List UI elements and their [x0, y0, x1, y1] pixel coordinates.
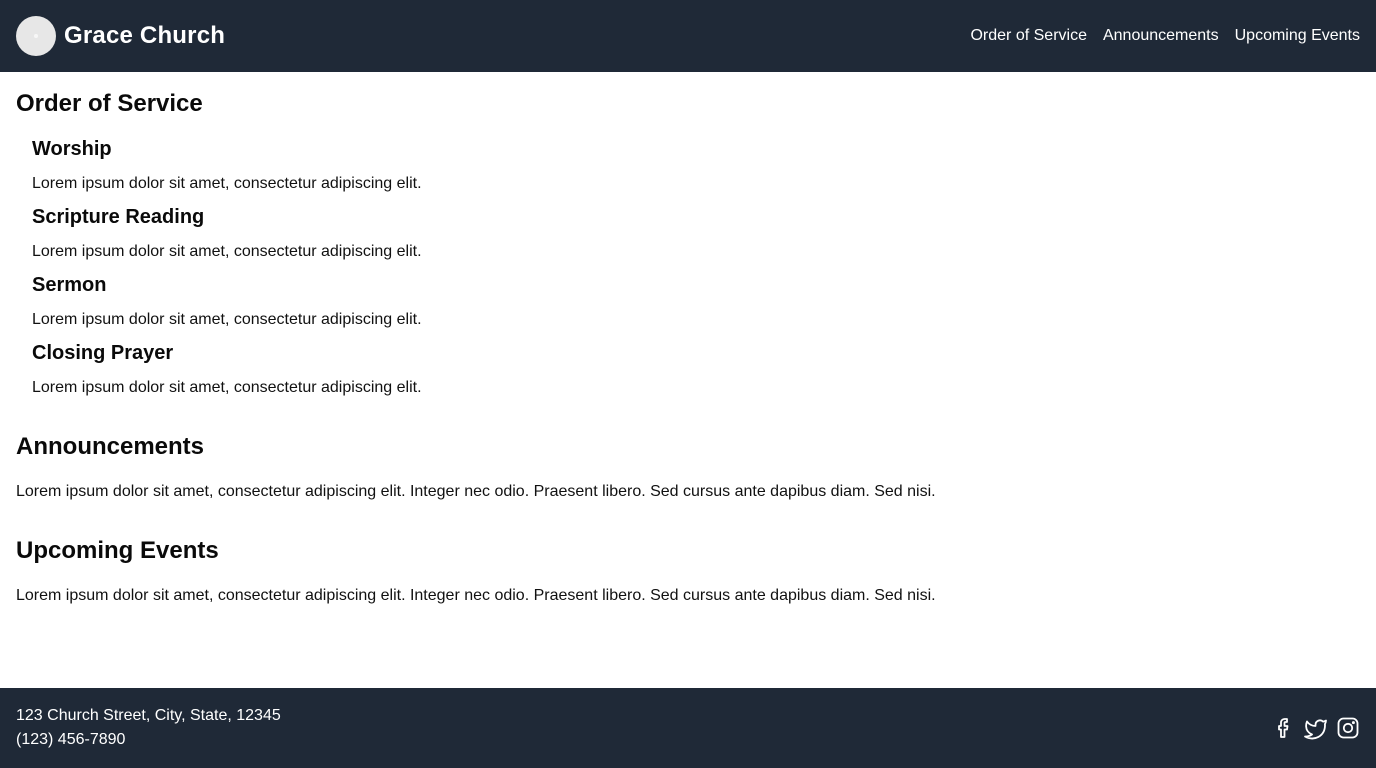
site-header: Grace Church Order of Service Announceme…: [0, 0, 1376, 72]
address: 123 Church Street, City, State, 12345: [16, 707, 281, 724]
service-item-heading: Sermon: [32, 274, 107, 296]
site-title: Grace Church: [64, 22, 226, 49]
facebook-icon[interactable]: [1272, 716, 1296, 740]
site-footer: 123 Church Street, City, State, 12345 (1…: [0, 688, 1376, 768]
announcements-heading: Announcements: [16, 433, 205, 460]
instagram-icon[interactable]: [1336, 716, 1360, 740]
nav-link-order-of-service[interactable]: Order of Service: [970, 27, 1086, 45]
upcoming-events-text: Lorem ipsum dolor sit amet, consectetur …: [16, 587, 936, 604]
service-item-heading: Worship: [32, 138, 112, 160]
nav-link-upcoming-events[interactable]: Upcoming Events: [1235, 27, 1360, 45]
service-item-text: Lorem ipsum dolor sit amet, consectetur …: [32, 243, 422, 260]
service-item-text: Lorem ipsum dolor sit amet, consectetur …: [32, 379, 422, 396]
service-item-text: Lorem ipsum dolor sit amet, consectetur …: [32, 311, 422, 328]
service-item-heading: Closing Prayer: [32, 342, 174, 364]
logo-mark: [34, 34, 38, 38]
social-links: [1264, 716, 1360, 740]
order-of-service-heading: Order of Service: [16, 90, 203, 117]
service-item-heading: Scripture Reading: [32, 206, 205, 228]
service-item-text: Lorem ipsum dolor sit amet, consectetur …: [32, 175, 422, 192]
upcoming-events-heading: Upcoming Events: [16, 537, 219, 564]
nav-link-announcements[interactable]: Announcements: [1103, 27, 1219, 45]
brand[interactable]: Grace Church: [16, 16, 225, 56]
page: Grace Church Order of Service Announceme…: [0, 0, 1376, 768]
phone-number: (123) 456-7890: [16, 731, 126, 748]
main-nav: Order of Service Announcements Upcoming …: [954, 27, 1360, 45]
announcements-text: Lorem ipsum dolor sit amet, consectetur …: [16, 483, 936, 500]
twitter-icon[interactable]: [1304, 716, 1328, 740]
contact-info: 123 Church Street, City, State, 12345 (1…: [16, 704, 281, 752]
church-logo: [16, 16, 56, 56]
